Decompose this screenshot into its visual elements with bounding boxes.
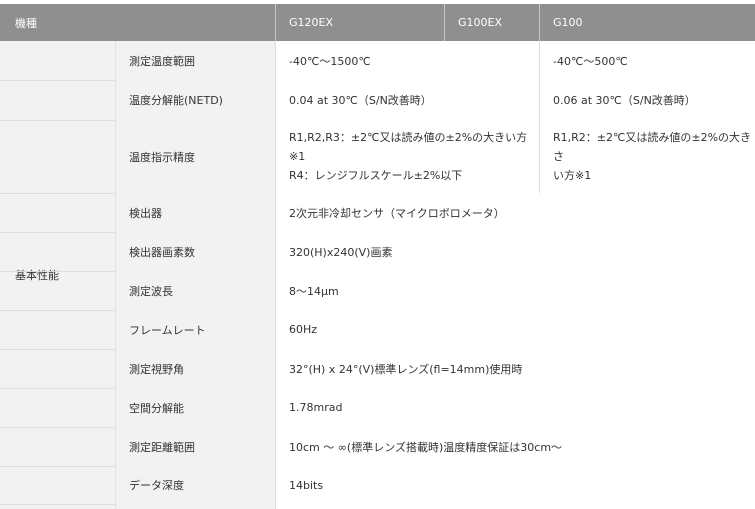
value-line: R4：レンジフルスケール±2%以下 bbox=[289, 169, 463, 182]
value-all: 2次元非冷却センサ（マイクロボロメータ） bbox=[276, 193, 755, 232]
value-all: 60Hz bbox=[276, 310, 755, 349]
model-header-g120ex: G120EX bbox=[276, 4, 445, 41]
row-label-empty bbox=[115, 504, 276, 509]
row-label: データ深度 bbox=[115, 466, 276, 504]
row-label: 温度指示精度 bbox=[115, 120, 276, 193]
value-g100: 0.06 at 30℃（S/N改善時） bbox=[540, 80, 755, 120]
table-row: データ深度 14bits bbox=[0, 466, 755, 505]
row-label: フレームレート bbox=[115, 310, 276, 349]
row-label: 検出器 bbox=[115, 193, 276, 232]
row-label: 検出器画素数 bbox=[115, 232, 276, 271]
table-row-partial bbox=[0, 504, 755, 509]
value-line: い方※1 bbox=[553, 169, 592, 182]
table-row: 測定温度範囲 -40℃〜1500℃ -40℃〜500℃ bbox=[0, 41, 755, 81]
table-row: 測定視野角 32°(H) x 24°(V)標準レンズ(fl=14mm)使用時 bbox=[0, 349, 755, 389]
row-label: 測定温度範囲 bbox=[115, 41, 276, 80]
value-line: R1,R2：±2℃又は読み値の±2%の大きさ bbox=[553, 131, 752, 163]
model-header-label: 機種 bbox=[0, 4, 276, 41]
model-header-g100ex: G100EX bbox=[445, 4, 540, 41]
table-header-row: 機種 G120EX G100EX G100 bbox=[0, 4, 755, 41]
table-row: 空間分解能 1.78mrad bbox=[0, 388, 755, 428]
row-label: 空間分解能 bbox=[115, 388, 276, 427]
value-line: R1,R2,R3：±2℃又は読み値の±2%の大きい方 bbox=[289, 131, 528, 144]
value-g100: -40℃〜500℃ bbox=[540, 41, 755, 80]
row-label: 測定距離範囲 bbox=[115, 427, 276, 466]
value-all: 8〜14μm bbox=[276, 271, 755, 310]
table-row: 測定波長 8〜14μm bbox=[0, 271, 755, 311]
value-g120: 0.04 at 30℃（S/N改善時） bbox=[276, 80, 540, 120]
table-row: 測定距離範囲 10cm 〜 ∞(標準レンズ搭載時)温度精度保証は30cm〜 bbox=[0, 427, 755, 467]
model-header-g100: G100 bbox=[553, 16, 583, 29]
value-all: 32°(H) x 24°(V)標準レンズ(fl=14mm)使用時 bbox=[276, 349, 755, 388]
table-row: 温度指示精度 R1,R2,R3：±2℃又は読み値の±2%の大きい方 ※1 R4：… bbox=[0, 120, 755, 194]
row-label: 測定視野角 bbox=[115, 349, 276, 388]
spec-table: 機種 G120EX G100EX G100 基本性能 測定温度範囲 -40℃〜1… bbox=[0, 0, 755, 509]
table-row: 検出器 2次元非冷却センサ（マイクロボロメータ） bbox=[0, 193, 755, 233]
value-all: 10cm 〜 ∞(標準レンズ搭載時)温度精度保証は30cm〜 bbox=[276, 427, 755, 466]
table-row: 検出器画素数 320(H)x240(V)画素 bbox=[0, 232, 755, 272]
value-g120: R1,R2,R3：±2℃又は読み値の±2%の大きい方 ※1 R4：レンジフルスケ… bbox=[276, 120, 540, 193]
value-line: ※1 bbox=[289, 150, 306, 163]
value-all: 14bits bbox=[276, 466, 755, 504]
row-label: 測定波長 bbox=[115, 271, 276, 310]
value-g120: -40℃〜1500℃ bbox=[276, 41, 540, 80]
value-empty bbox=[276, 504, 755, 509]
value-g100: R1,R2：±2℃又は読み値の±2%の大きさ い方※1 bbox=[540, 120, 755, 193]
value-all: 320(H)x240(V)画素 bbox=[276, 232, 755, 271]
value-all: 1.78mrad bbox=[276, 388, 755, 427]
table-row: 温度分解能(NETD) 0.04 at 30℃（S/N改善時） 0.06 at … bbox=[0, 80, 755, 121]
table-row: フレームレート 60Hz bbox=[0, 310, 755, 350]
row-label: 温度分解能(NETD) bbox=[115, 80, 276, 120]
